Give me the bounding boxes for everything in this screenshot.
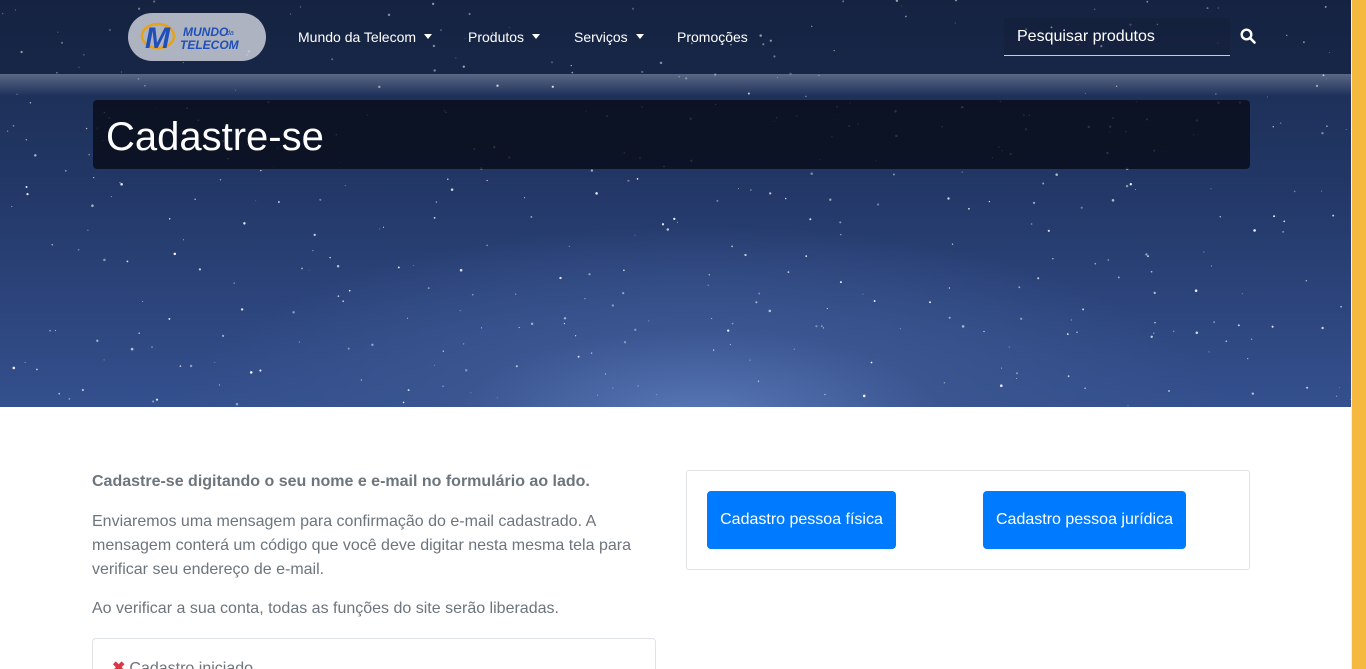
svg-text:da: da [226, 30, 234, 37]
page-title-box: Cadastre-se [93, 100, 1250, 169]
nav-mundo-da-telecom[interactable]: Mundo da Telecom [298, 27, 433, 47]
svg-text:MUNDO: MUNDO [183, 25, 229, 39]
logo-icon: M MUNDO da TELECOM [140, 22, 240, 55]
registration-options-card: Cadastro pessoa física Cadastro pessoa j… [686, 470, 1250, 570]
scrollbar-thumb[interactable] [1352, 0, 1366, 669]
caret-down-icon [532, 34, 541, 39]
intro-lead: Cadastre-se digitando o seu nome e e-mai… [92, 473, 590, 490]
nav-label: Promoções [677, 29, 748, 45]
registration-status-card: ✖ Cadastro iniciado [92, 638, 656, 669]
search-icon [1240, 28, 1256, 44]
cross-icon: ✖ [112, 660, 126, 669]
status-label: Cadastro iniciado [129, 660, 254, 669]
page-title: Cadastre-se [106, 115, 324, 159]
svg-text:TELECOM: TELECOM [180, 38, 240, 52]
nav-label: Produtos [468, 29, 525, 45]
nav-produtos[interactable]: Produtos [468, 27, 541, 47]
hero-banner: M MUNDO da TELECOM Mundo da Telecom Prod… [0, 0, 1351, 407]
nav-label: Mundo da Telecom [298, 29, 417, 45]
nav-promocoes[interactable]: Promoções [677, 27, 748, 47]
intro-paragraph: Enviaremos uma mensagem para confirmação… [92, 513, 631, 578]
caret-down-icon [635, 34, 644, 39]
brand-logo[interactable]: M MUNDO da TELECOM [128, 13, 266, 61]
caret-down-icon [424, 34, 433, 39]
cadastro-pessoa-juridica-button[interactable]: Cadastro pessoa jurídica [983, 491, 1186, 549]
nav-servicos[interactable]: Serviços [574, 27, 644, 47]
search-input[interactable] [1004, 18, 1230, 56]
svg-text:M: M [145, 22, 171, 55]
nav-label: Serviços [574, 29, 628, 45]
status-item: ✖ Cadastro iniciado [112, 659, 253, 669]
intro-paragraph: Ao verificar a sua conta, todas as funçõ… [92, 600, 559, 617]
cadastro-pessoa-fisica-button[interactable]: Cadastro pessoa física [707, 491, 896, 549]
navbar-divider [0, 74, 1351, 96]
search-button[interactable] [1240, 28, 1256, 44]
